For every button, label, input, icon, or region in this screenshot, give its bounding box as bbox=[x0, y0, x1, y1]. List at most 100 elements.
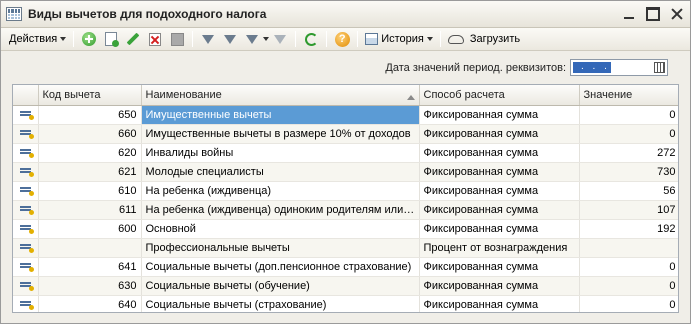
column-header-value[interactable]: Значение bbox=[579, 85, 678, 106]
table-row[interactable]: 640 Социальные вычеты (страхование) Фиксир… bbox=[13, 295, 678, 312]
cell-name[interactable]: На ребенка (иждивенца) bbox=[141, 181, 420, 201]
element-icon bbox=[20, 261, 34, 272]
cell-code[interactable]: 640 bbox=[38, 295, 142, 312]
date-input[interactable]: . . . bbox=[570, 59, 668, 76]
element-icon bbox=[20, 204, 34, 215]
row-type-icon[interactable] bbox=[13, 276, 39, 296]
refresh-icon bbox=[304, 32, 318, 46]
column-header-code[interactable]: Код вычета bbox=[38, 85, 142, 106]
table-row[interactable]: 660 Имущественные вычеты в размере 10% от… bbox=[13, 124, 678, 144]
cell-value[interactable]: 192 bbox=[579, 219, 678, 239]
cell-name[interactable]: Молодые специалисты bbox=[141, 162, 420, 182]
cell-name[interactable]: Социальные вычеты (страхование) bbox=[141, 295, 420, 312]
row-type-icon[interactable] bbox=[13, 105, 39, 125]
cell-method[interactable]: Фиксированная сумма bbox=[419, 143, 580, 163]
cell-method[interactable]: Фиксированная сумма bbox=[419, 276, 580, 296]
row-type-icon[interactable] bbox=[13, 238, 39, 258]
table-row[interactable]: 620 Инвалиды войны Фиксированная сумма 272 bbox=[13, 143, 678, 163]
row-type-icon[interactable] bbox=[13, 257, 39, 277]
cell-code[interactable]: 610 bbox=[38, 181, 142, 201]
cell-code[interactable]: 630 bbox=[38, 276, 142, 296]
filter-history-button[interactable] bbox=[243, 30, 261, 48]
table-row[interactable]: 641 Социальные вычеты (доп.пенсионное стр… bbox=[13, 257, 678, 277]
row-type-icon[interactable] bbox=[13, 181, 39, 201]
cell-method[interactable]: Фиксированная сумма bbox=[419, 295, 580, 312]
cell-value[interactable]: 0 bbox=[579, 295, 678, 312]
cell-name[interactable]: Имущественные вычеты bbox=[141, 105, 420, 125]
maximize-button[interactable] bbox=[646, 7, 660, 21]
row-type-icon[interactable] bbox=[13, 143, 39, 163]
cell-value[interactable]: 0 bbox=[579, 257, 678, 277]
cell-code[interactable]: 641 bbox=[38, 257, 142, 277]
cell-method[interactable]: Фиксированная сумма bbox=[419, 219, 580, 239]
cell-name[interactable]: Инвалиды войны bbox=[141, 143, 420, 163]
title-bar[interactable]: Виды вычетов для подоходного налога bbox=[1, 1, 690, 28]
cell-name[interactable]: Основной bbox=[141, 219, 420, 239]
history-menu-button[interactable]: История bbox=[362, 33, 436, 45]
cell-value[interactable]: 730 bbox=[579, 162, 678, 182]
dropdown-arrow-icon[interactable] bbox=[263, 37, 270, 41]
cell-code[interactable]: 600 bbox=[38, 219, 142, 239]
cell-method[interactable]: Фиксированная сумма bbox=[419, 124, 580, 144]
clear-filter-button[interactable] bbox=[271, 30, 289, 48]
element-icon bbox=[20, 109, 34, 120]
row-type-icon[interactable] bbox=[13, 124, 39, 144]
cell-code[interactable]: 620 bbox=[38, 143, 142, 163]
add-button[interactable] bbox=[80, 30, 98, 48]
element-icon bbox=[20, 299, 34, 310]
row-type-icon[interactable] bbox=[13, 295, 39, 312]
cell-value[interactable]: 0 bbox=[579, 105, 678, 125]
cell-value[interactable]: 272 bbox=[579, 143, 678, 163]
cell-value[interactable]: 0 bbox=[579, 276, 678, 296]
column-header-method[interactable]: Способ расчета bbox=[419, 85, 580, 106]
horizontal-scrollbar[interactable] bbox=[12, 313, 679, 323]
help-button[interactable]: ? bbox=[333, 30, 351, 48]
cell-name[interactable]: Имущественные вычеты в размере 10% от до… bbox=[141, 124, 420, 144]
table-row[interactable]: 630 Социальные вычеты (обучение) Фиксирова… bbox=[13, 276, 678, 296]
cell-code[interactable]: 660 bbox=[38, 124, 142, 144]
cell-code[interactable]: 621 bbox=[38, 162, 142, 182]
filter-value-icon bbox=[224, 34, 237, 44]
table-row[interactable]: 610 На ребенка (иждивенца) Фиксированная с… bbox=[13, 181, 678, 201]
cell-code[interactable]: 650 bbox=[38, 105, 142, 125]
save-button[interactable] bbox=[168, 30, 186, 48]
cell-method[interactable]: Фиксированная сумма bbox=[419, 181, 580, 201]
deductions-table[interactable]: Код вычета Наименование Способ расчета З… bbox=[12, 84, 679, 313]
cell-name[interactable]: На ребенка (иждивенца) одиноким родителя… bbox=[141, 200, 420, 220]
column-header-name[interactable]: Наименование bbox=[141, 85, 420, 106]
filter-button[interactable] bbox=[199, 30, 217, 48]
cell-value[interactable]: 0 bbox=[579, 124, 678, 144]
table-row[interactable]: 650 Имущественные вычеты Фиксированная сум… bbox=[13, 105, 678, 125]
table-row[interactable]: 611 На ребенка (иждивенца) одиноким родит… bbox=[13, 200, 678, 220]
edit-button[interactable] bbox=[124, 30, 142, 48]
row-type-icon[interactable] bbox=[13, 219, 39, 239]
minimize-button[interactable] bbox=[622, 7, 636, 21]
refresh-button[interactable] bbox=[302, 30, 320, 48]
cell-value[interactable] bbox=[579, 238, 678, 258]
cell-name[interactable]: Социальные вычеты (доп.пенсионное страхо… bbox=[141, 257, 420, 277]
row-type-icon[interactable] bbox=[13, 162, 39, 182]
delete-button[interactable] bbox=[146, 30, 164, 48]
cell-method[interactable]: Процент от вознаграждения bbox=[419, 238, 580, 258]
table-row[interactable]: 600 Основной Фиксированная сумма 192 bbox=[13, 219, 678, 239]
cell-name[interactable]: Социальные вычеты (обучение) bbox=[141, 276, 420, 296]
cell-name[interactable]: Профессиональные вычеты bbox=[141, 238, 420, 258]
cell-method[interactable]: Фиксированная сумма bbox=[419, 257, 580, 277]
table-header: Код вычета Наименование Способ расчета З… bbox=[13, 85, 678, 106]
table-row[interactable]: Профессиональные вычеты Процент от вознаг… bbox=[13, 238, 678, 258]
table-row[interactable]: 621 Молодые специалисты Фиксированная сумм… bbox=[13, 162, 678, 182]
cell-code[interactable] bbox=[38, 238, 142, 258]
cell-value[interactable]: 56 bbox=[579, 181, 678, 201]
cell-value[interactable]: 107 bbox=[579, 200, 678, 220]
copy-button[interactable] bbox=[102, 30, 120, 48]
cell-method[interactable]: Фиксированная сумма bbox=[419, 105, 580, 125]
close-button[interactable] bbox=[670, 7, 684, 21]
row-type-icon[interactable] bbox=[13, 200, 39, 220]
calendar-icon[interactable] bbox=[654, 62, 665, 73]
filter-by-value-button[interactable] bbox=[221, 30, 239, 48]
actions-menu-button[interactable]: Действия bbox=[6, 33, 69, 45]
cell-method[interactable]: Фиксированная сумма bbox=[419, 162, 580, 182]
cell-method[interactable]: Фиксированная сумма bbox=[419, 200, 580, 220]
cell-code[interactable]: 611 bbox=[38, 200, 142, 220]
load-button[interactable]: Загрузить bbox=[445, 33, 523, 45]
